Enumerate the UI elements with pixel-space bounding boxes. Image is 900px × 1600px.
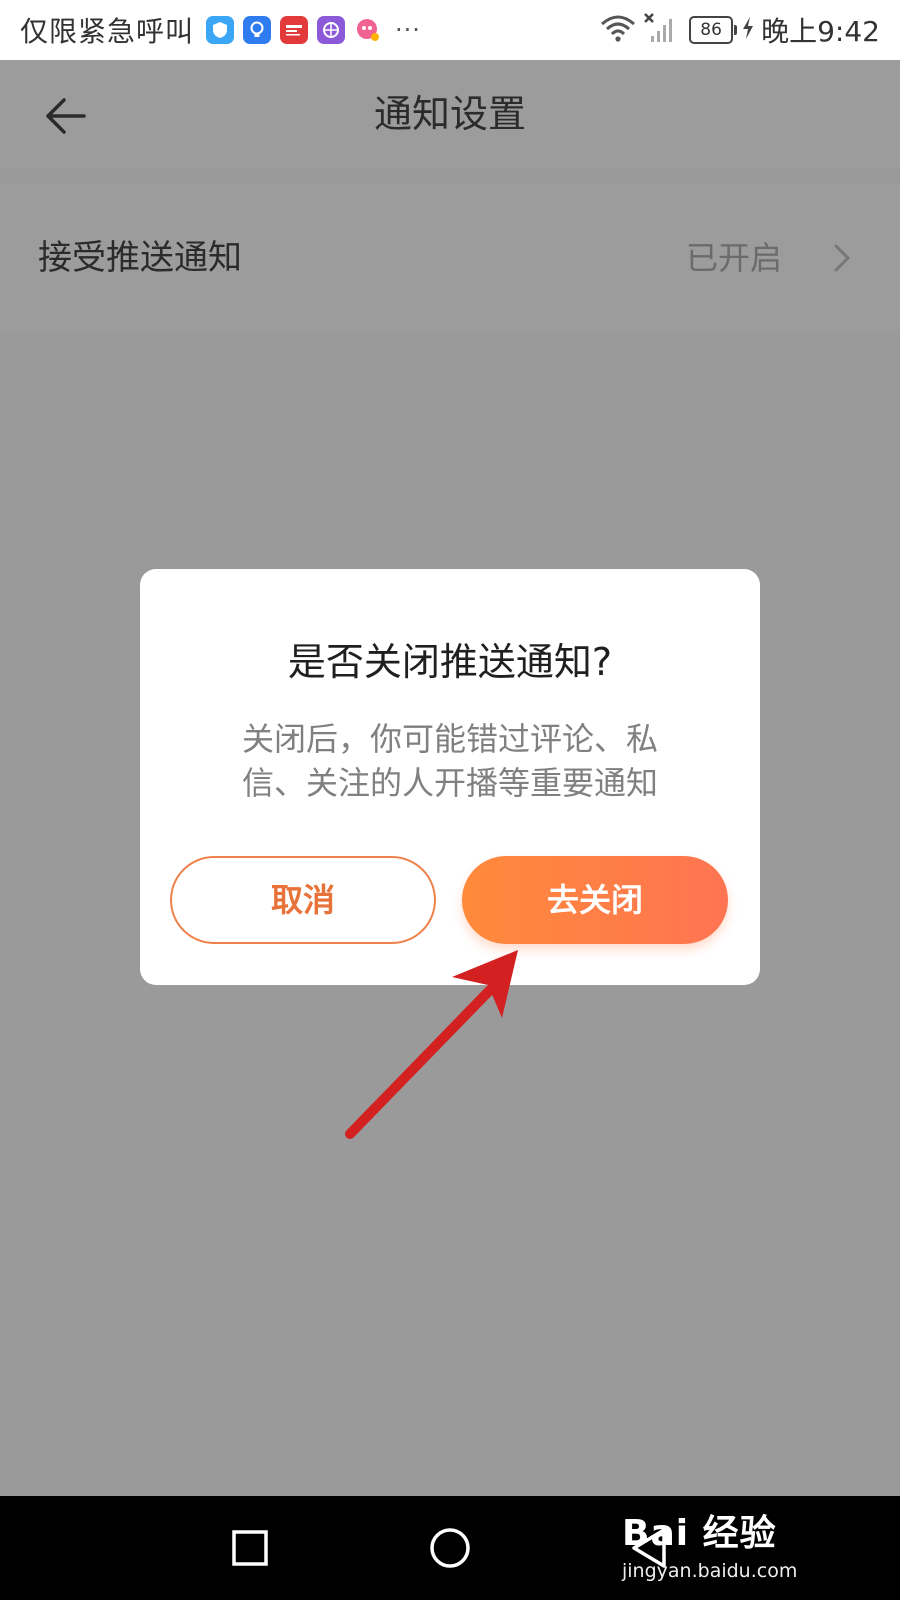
battery-indicator: 86 [689, 16, 738, 44]
shield-app-icon [206, 16, 235, 44]
dialog-message-line1: 关闭后，你可能错过评论、私 [241, 720, 658, 758]
cancel-button[interactable]: 取消 [170, 856, 436, 944]
push-notification-row[interactable]: 接受推送通知 已开启 [0, 184, 900, 332]
chevron-right-icon [826, 242, 856, 274]
page-title: 通知设置 [373, 92, 526, 136]
wifi-icon [599, 13, 637, 47]
no-signal-icon [643, 12, 677, 48]
navigation-bar: Bai 经验 jingyan.baidu.com [0, 1496, 900, 1600]
push-notification-label: 接受推送通知 [38, 238, 242, 278]
dialog-message-line2: 信、关注的人开播等重要通知 [241, 764, 658, 802]
close-push-dialog: 是否关闭推送通知? 关闭后，你可能错过评论、私 信、关注的人开播等重要通知 取消… [140, 569, 760, 985]
dialog-message: 关闭后，你可能错过评论、私 信、关注的人开播等重要通知 [200, 717, 700, 805]
confirm-close-button[interactable]: 去关闭 [462, 856, 728, 944]
title-bar: 通知设置 [0, 60, 900, 168]
bulb-app-icon [243, 16, 272, 44]
home-button[interactable] [420, 1518, 480, 1578]
battery-level: 86 [689, 16, 734, 44]
dialog-title: 是否关闭推送通知? [287, 640, 613, 684]
news-app-icon [280, 16, 309, 44]
chat-app-icon [354, 16, 383, 44]
status-left: 仅限紧急呼叫 ··· [20, 0, 421, 60]
more-notifications-icon: ··· [395, 16, 421, 44]
status-time: 晚上9:42 [761, 15, 880, 48]
push-notification-status: 已开启 [685, 239, 782, 277]
charging-icon [741, 16, 755, 44]
watermark-logo: Bai 经验 [622, 1513, 777, 1554]
battery-tip [734, 25, 738, 35]
carrier-text: 仅限紧急呼叫 [20, 15, 195, 48]
watermark-url: jingyan.baidu.com [622, 1560, 798, 1582]
status-right: 86 晚上9:42 [599, 0, 880, 60]
status-bar: 仅限紧急呼叫 ··· 86 晚上9:42 [0, 0, 900, 60]
browser-app-icon [317, 16, 346, 44]
watermark: Bai 经验 jingyan.baidu.com [622, 1504, 852, 1594]
recent-apps-button[interactable] [220, 1518, 280, 1578]
